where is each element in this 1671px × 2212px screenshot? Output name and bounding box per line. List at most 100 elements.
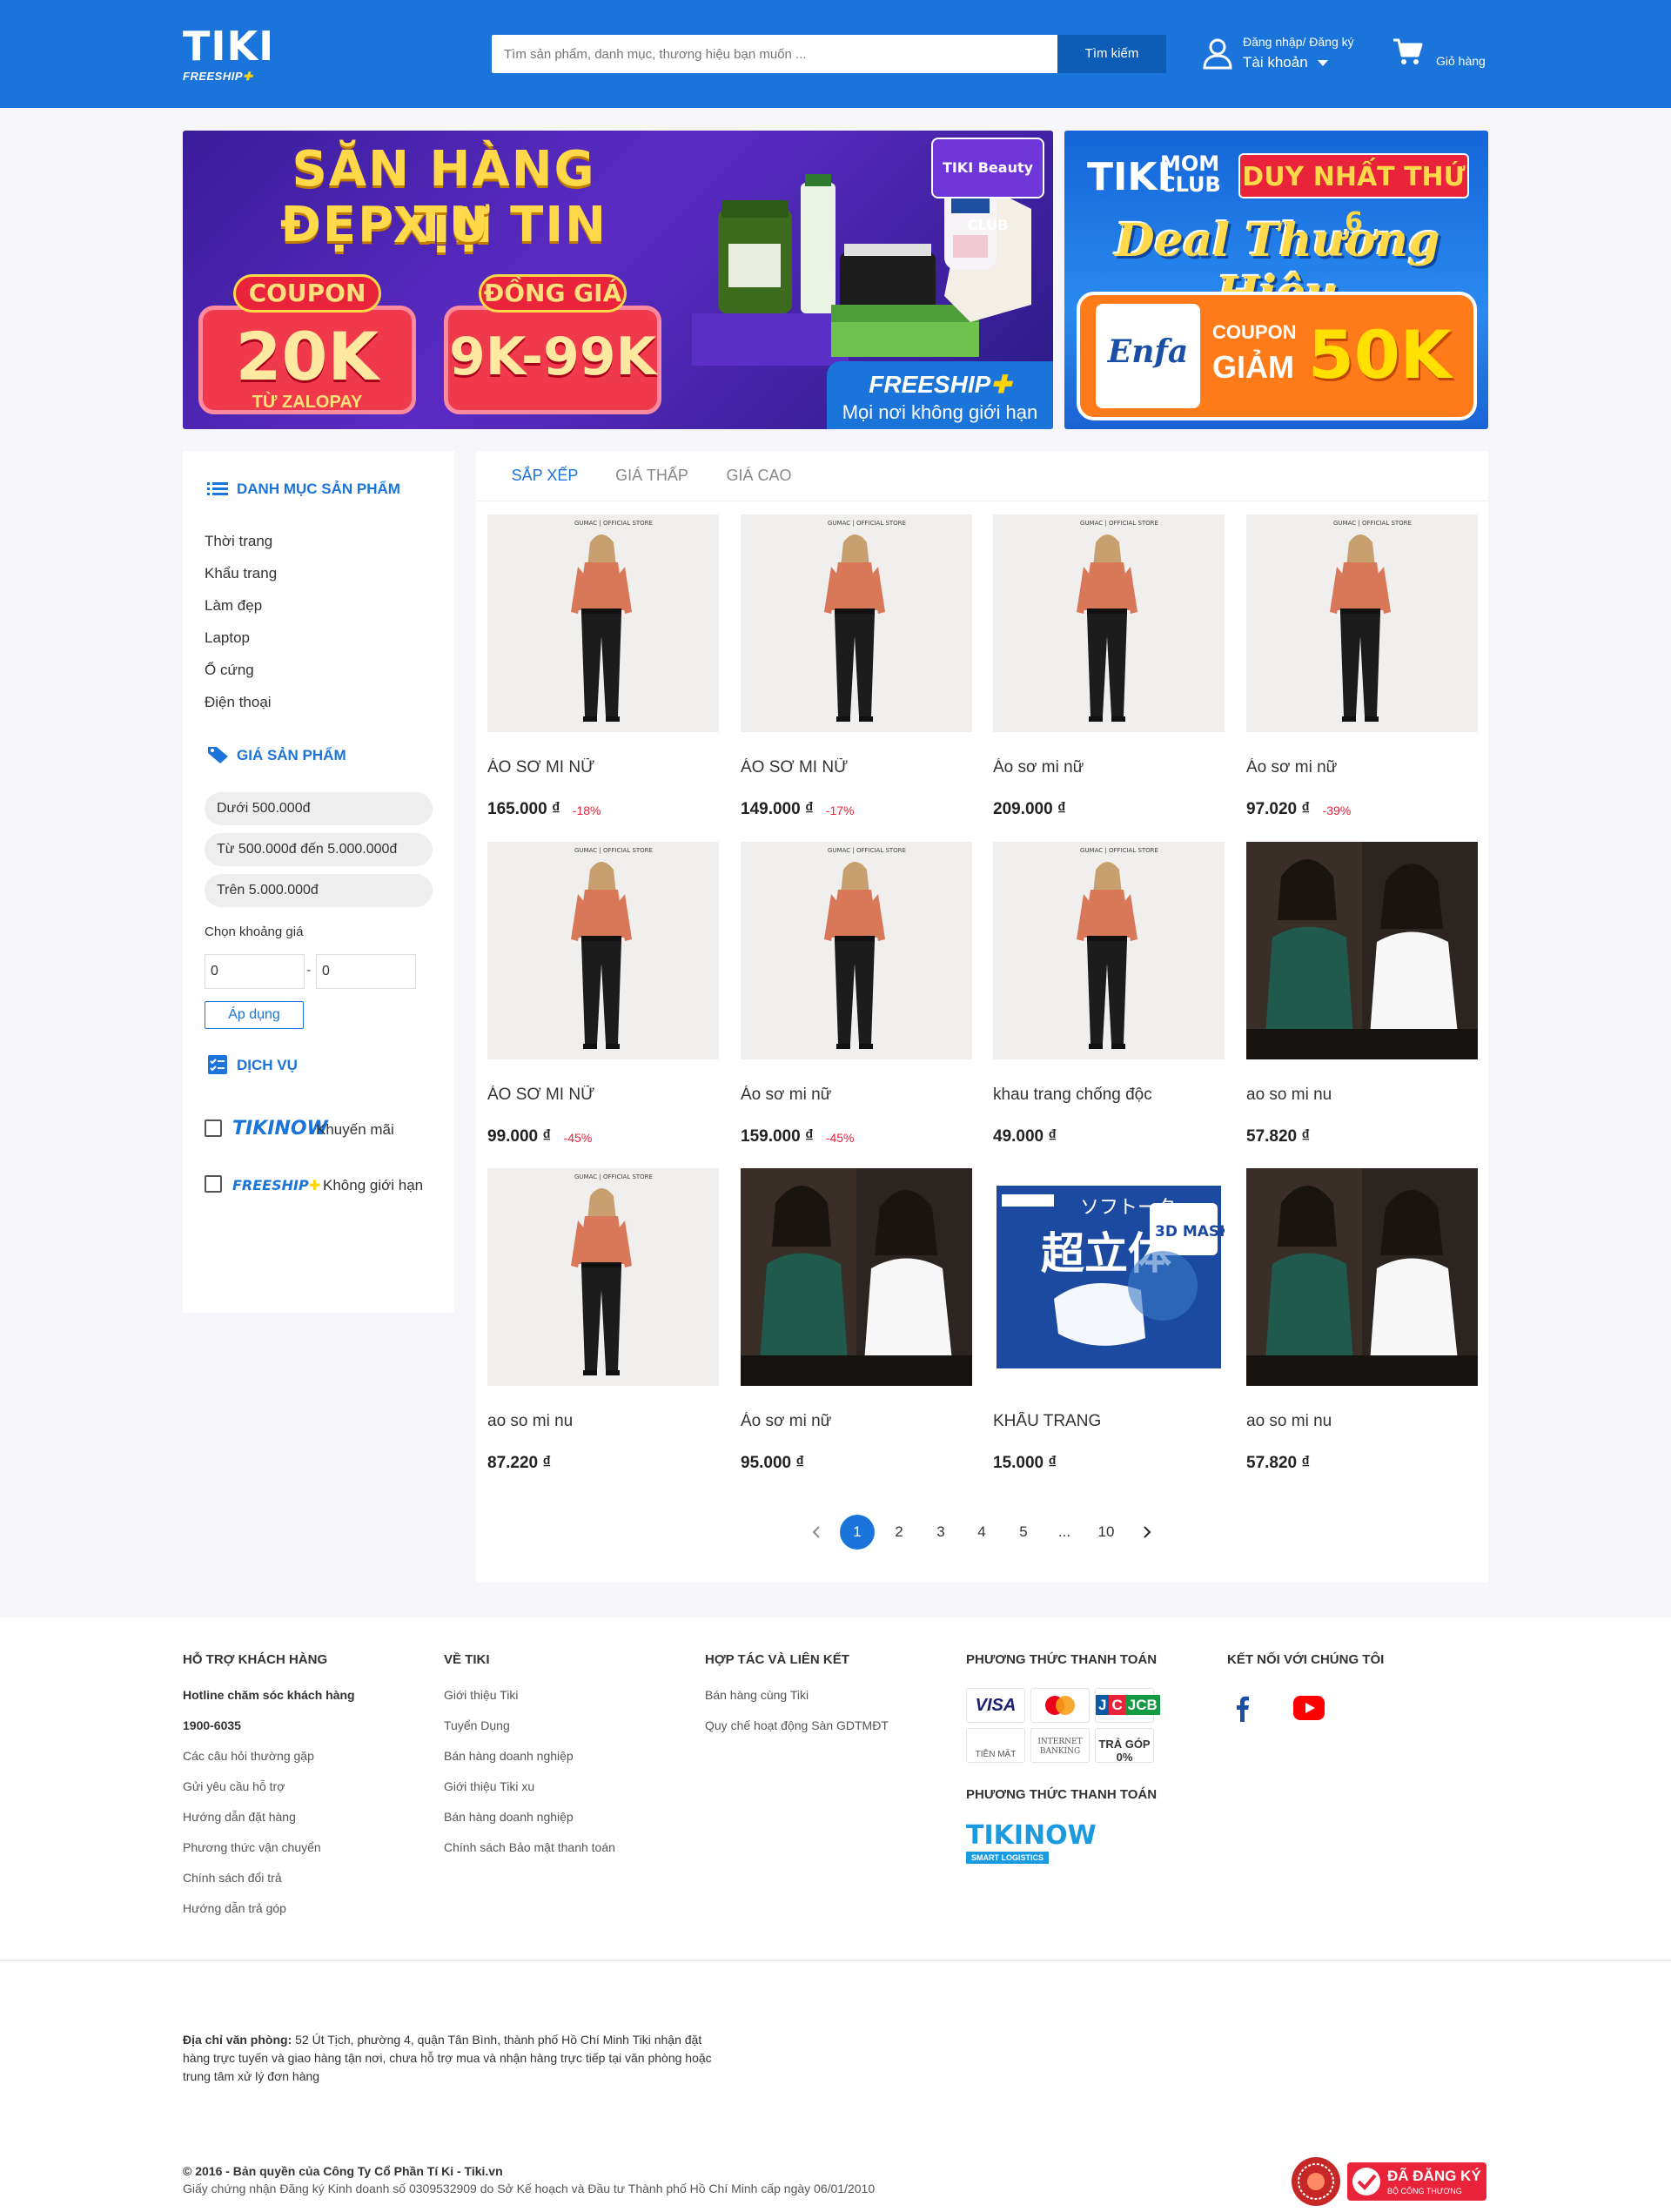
price-range-under-500k[interactable]: Dưới 500.000đ — [205, 792, 433, 825]
product-card[interactable]: GUMAC | OFFICIAL STORE Áo sơ mi nữ 97.020 … — [1246, 514, 1478, 842]
page-2[interactable]: 2 — [882, 1515, 916, 1550]
page-3[interactable]: 3 — [923, 1515, 958, 1550]
next-page-button[interactable] — [1130, 1515, 1164, 1550]
service-tikinow-row[interactable]: TIKINOW Khuyến mãi — [205, 1116, 431, 1140]
product-name[interactable]: ao so mi nu — [487, 1412, 719, 1431]
product-card[interactable]: GUMAC | OFFICIAL STORE ao so mi nu 87.220 … — [487, 1168, 719, 1496]
prev-page-button[interactable] — [799, 1515, 834, 1550]
product-price: 95.000 ₫ — [741, 1454, 805, 1472]
footer-link-installment[interactable]: Hướng dẫn trả góp — [183, 1901, 426, 1915]
product-card[interactable]: Áo sơ mi nữ 95.000 ₫ — [741, 1168, 972, 1496]
product-name[interactable]: ÁO SƠ MI NỮ — [487, 758, 719, 777]
price-range-over-5m[interactable]: Trên 5.000.000đ — [205, 874, 433, 907]
product-card[interactable]: GUMAC | OFFICIAL STORE ÁO SƠ MI NỮ 99.000 … — [487, 842, 719, 1169]
tikinow-checkbox[interactable] — [205, 1119, 222, 1137]
product-name[interactable]: KHẨU TRANG — [993, 1412, 1225, 1431]
product-card[interactable]: ao so mi nu 57.820 ₫ — [1246, 842, 1478, 1169]
tab-price-high[interactable]: GIÁ CAO — [708, 467, 810, 517]
product-name[interactable]: Áo sơ mi nữ — [993, 758, 1225, 777]
product-image[interactable]: GUMAC | OFFICIAL STORE — [741, 842, 972, 1059]
certification-seal-icon — [1292, 2157, 1340, 2206]
product-card[interactable]: GUMAC | OFFICIAL STORE khau trang chống đ… — [993, 842, 1225, 1169]
footer-link-tiki-xu[interactable]: Giới thiệu Tiki xu — [444, 1779, 688, 1793]
product-image[interactable]: GUMAC | OFFICIAL STORE — [487, 842, 719, 1059]
footer-link-about[interactable]: Giới thiệu Tiki — [444, 1688, 688, 1702]
product-price: 49.000 ₫ — [993, 1127, 1057, 1146]
mom-club-banner[interactable]: TIKI MOM CLUB DUY NHẤT THỨ 6 Deal Thương… — [1064, 131, 1488, 429]
page-5[interactable]: 5 — [1006, 1515, 1041, 1550]
tab-price-low[interactable]: GIÁ THẤP — [596, 467, 708, 517]
tab-sort[interactable]: SẮP XẾP — [493, 467, 596, 517]
banner-title-2: ĐẸP TỰ TIN — [279, 197, 608, 253]
product-card[interactable]: GUMAC | OFFICIAL STORE Áo sơ mi nữ 159.000… — [741, 842, 972, 1169]
footer-link-faq[interactable]: Các câu hỏi thường gặp — [183, 1749, 426, 1763]
category-beauty[interactable]: Làm đẹp — [205, 597, 262, 615]
footer-link-returns[interactable]: Chính sách đổi trả — [183, 1871, 426, 1885]
discount-badge: -39% — [1322, 803, 1352, 817]
category-fashion[interactable]: Thời trang — [205, 533, 272, 550]
category-masks[interactable]: Khẩu trang — [205, 565, 277, 582]
youtube-icon[interactable] — [1293, 1696, 1325, 1720]
product-name[interactable]: ÁO SƠ MI NỮ — [741, 758, 972, 777]
product-name[interactable]: Áo sơ mi nữ — [741, 1086, 972, 1105]
account-menu[interactable]: Đăng nhập/ Đăng ký Tài khoản — [1201, 31, 1375, 77]
footer-link-b2b[interactable]: Bán hàng doanh nghiệp — [444, 1749, 688, 1763]
coupon-label: COUPON — [1212, 321, 1297, 343]
page-10[interactable]: 10 — [1089, 1515, 1124, 1550]
footer-link-regulations[interactable]: Quy chế hoạt động Sàn GDTMĐT — [705, 1718, 949, 1732]
footer-link-careers[interactable]: Tuyển Dụng — [444, 1718, 688, 1732]
product-image[interactable] — [1246, 1168, 1478, 1386]
product-image[interactable]: GUMAC | OFFICIAL STORE — [741, 514, 972, 732]
cart-button[interactable]: Giỏ hàng — [1392, 35, 1497, 73]
login-register-link[interactable]: Đăng nhập/ Đăng ký — [1243, 35, 1354, 49]
product-image[interactable]: GUMAC | OFFICIAL STORE — [487, 1168, 719, 1386]
facebook-icon[interactable] — [1234, 1694, 1252, 1722]
product-name[interactable]: ao so mi nu — [1246, 1412, 1478, 1431]
search-button[interactable]: Tìm kiếm — [1057, 35, 1166, 73]
registered-badge[interactable]: ĐÃ ĐĂNG KÝ BỘ CÔNG THƯƠNG — [1347, 2162, 1486, 2201]
price-tag-icon — [208, 747, 228, 763]
svg-text:3D MASK: 3D MASK — [1155, 1223, 1225, 1240]
hotline-number[interactable]: 1900-6035 — [183, 1718, 426, 1732]
product-image[interactable]: GUMAC | OFFICIAL STORE — [993, 514, 1225, 732]
footer-link-shipping[interactable]: Phương thức vận chuyển — [183, 1840, 426, 1854]
service-freeship-row[interactable]: FREESHIP✚ Không giới hạn — [205, 1172, 440, 1196]
footer-link-b2b-2[interactable]: Bán hàng doanh nghiệp — [444, 1810, 688, 1824]
freeship-checkbox[interactable] — [205, 1175, 222, 1193]
price-range-500k-5m[interactable]: Từ 500.000đ đến 5.000.000đ — [205, 833, 433, 866]
product-name[interactable]: khau trang chống độc — [993, 1086, 1225, 1105]
page-4[interactable]: 4 — [964, 1515, 999, 1550]
discount-badge: -45% — [563, 1131, 593, 1145]
footer-link-order-guide[interactable]: Hướng dẫn đặt hàng — [183, 1810, 426, 1824]
tiki-logo[interactable]: TIKI FREESHIP✚ — [183, 26, 273, 84]
product-card[interactable]: ソフトーク 超立体 3D MASK KHẨU TRANG 15.000 ₫ — [993, 1168, 1225, 1496]
office-address: Địa chỉ văn phòng: 52 Út Tịch, phường 4,… — [183, 2031, 714, 2086]
product-name[interactable]: ÁO SƠ MI NỮ — [487, 1086, 719, 1105]
product-name[interactable]: Áo sơ mi nữ — [741, 1412, 972, 1431]
footer-link-sell[interactable]: Bán hàng cùng Tiki — [705, 1688, 949, 1702]
product-card[interactable]: GUMAC | OFFICIAL STORE ÁO SƠ MI NỮ 165.000… — [487, 514, 719, 842]
category-phone[interactable]: Điện thoại — [205, 694, 272, 711]
category-laptop[interactable]: Laptop — [205, 629, 250, 647]
product-image[interactable]: GUMAC | OFFICIAL STORE — [1246, 514, 1478, 732]
search-input[interactable] — [492, 35, 1057, 73]
product-image[interactable] — [1246, 842, 1478, 1059]
product-card[interactable]: ao so mi nu 57.820 ₫ — [1246, 1168, 1478, 1496]
page-1[interactable]: 1 — [840, 1515, 875, 1550]
price-from-input[interactable] — [205, 954, 305, 989]
product-image[interactable]: GUMAC | OFFICIAL STORE — [487, 514, 719, 732]
product-image[interactable]: ソフトーク 超立体 3D MASK — [993, 1168, 1225, 1386]
beauty-club-banner[interactable]: SĂN HÀNG XỊN ĐẸP TỰ TIN COUPON 20K TỪ ZA… — [183, 131, 1053, 429]
footer-link-payment-privacy[interactable]: Chính sách Bảo mật thanh toán — [444, 1840, 688, 1854]
product-name[interactable]: Áo sơ mi nữ — [1246, 758, 1478, 777]
footer-link-support-request[interactable]: Gửi yêu cầu hỗ trợ — [183, 1779, 426, 1793]
product-card[interactable]: GUMAC | OFFICIAL STORE Áo sơ mi nữ 209.000… — [993, 514, 1225, 842]
product-card[interactable]: GUMAC | OFFICIAL STORE ÁO SƠ MI NỮ 149.000… — [741, 514, 972, 842]
product-image[interactable] — [741, 1168, 972, 1386]
apply-price-button[interactable]: Áp dụng — [205, 1001, 304, 1029]
category-hard-drive[interactable]: Ổ cứng — [205, 662, 254, 679]
product-image[interactable]: GUMAC | OFFICIAL STORE — [993, 842, 1225, 1059]
price-to-input[interactable] — [316, 954, 416, 989]
product-name[interactable]: ao so mi nu — [1246, 1086, 1478, 1105]
account-label[interactable]: Tài khoản — [1243, 54, 1308, 71]
